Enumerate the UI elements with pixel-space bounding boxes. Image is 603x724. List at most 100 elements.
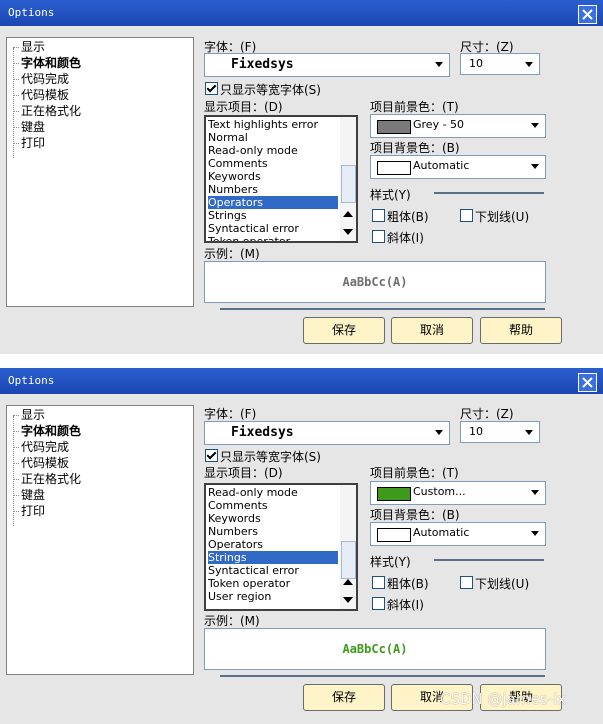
background-color-select[interactable]: Automatic: [370, 522, 546, 546]
italic-checkbox[interactable]: [372, 597, 385, 610]
list-item-selected[interactable]: Operators: [208, 196, 338, 209]
display-items-list[interactable]: Text highlights error Normal Read-only m…: [204, 115, 358, 243]
save-button[interactable]: 保存: [303, 684, 385, 711]
chevron-down-icon: [531, 164, 539, 169]
sample-text: AaBbCc(A): [342, 275, 408, 289]
cancel-button[interactable]: 取消: [391, 317, 473, 344]
tree-item-fonts-colors[interactable]: 字体和颜色: [12, 55, 81, 71]
tree-item-code-templates[interactable]: 代码模板: [12, 455, 69, 471]
list-item[interactable]: Read-only mode: [208, 144, 338, 157]
scroll-up-icon[interactable]: [343, 579, 353, 585]
chevron-down-icon: [531, 490, 539, 495]
scroll-down-icon[interactable]: [343, 229, 353, 235]
list-item[interactable]: Syntactical error: [208, 222, 338, 235]
foreground-color-select[interactable]: Custom...: [370, 481, 546, 505]
style-separator: [434, 559, 544, 561]
tree-item-display[interactable]: 显示: [12, 39, 45, 55]
tree-item-code-completion[interactable]: 代码完成: [12, 439, 69, 455]
sample-preview: AaBbCc(A): [204, 261, 546, 303]
tree-item-code-templates[interactable]: 代码模板: [12, 87, 69, 103]
list-item[interactable]: Numbers: [208, 183, 338, 196]
tree-item-keyboard[interactable]: 键盘: [12, 119, 45, 135]
scroll-thumb[interactable]: [341, 165, 356, 203]
tree-item-print[interactable]: 打印: [12, 503, 45, 519]
bold-checkbox[interactable]: [372, 209, 385, 222]
title-bar[interactable]: Options: [0, 0, 603, 26]
title-bar[interactable]: Options: [0, 368, 603, 394]
monospace-only-checkbox[interactable]: [205, 449, 218, 462]
help-button[interactable]: 帮助: [480, 317, 562, 344]
list-item-selected[interactable]: Strings: [208, 551, 338, 564]
list-item[interactable]: Syntactical error: [208, 564, 338, 577]
underline-checkbox[interactable]: [460, 576, 473, 589]
background-value: Automatic: [413, 159, 470, 172]
list-item[interactable]: Keywords: [208, 512, 338, 525]
category-tree[interactable]: 显示 字体和颜色 代码完成 代码模板 正在格式化 键盘 打印: [6, 405, 194, 675]
list-item[interactable]: Text highlights error: [208, 118, 338, 131]
scroll-up-icon[interactable]: [343, 211, 353, 217]
bold-label: 粗体(B): [387, 210, 429, 224]
background-color-select[interactable]: Automatic: [370, 155, 546, 179]
display-items-label: 显示项目：(D): [204, 466, 283, 480]
foreground-label: 项目前景色：(T): [370, 100, 459, 114]
buttons-separator: [220, 675, 545, 677]
window-title: Options: [8, 6, 55, 19]
size-label: 尺寸：(Z): [460, 407, 514, 421]
list-item[interactable]: Token operator: [208, 577, 338, 590]
tree-item-formatting[interactable]: 正在格式化: [12, 471, 81, 487]
close-button[interactable]: [578, 5, 597, 24]
list-item[interactable]: Comments: [208, 499, 338, 512]
size-select[interactable]: 10: [460, 53, 540, 75]
background-swatch: [377, 161, 411, 175]
close-button[interactable]: [578, 373, 597, 392]
tree-item-fonts-colors[interactable]: 字体和颜色: [12, 423, 81, 439]
list-item[interactable]: Operators: [208, 538, 338, 551]
font-select[interactable]: Fixedsys: [204, 421, 450, 445]
list-scrollbar[interactable]: [340, 117, 356, 241]
italic-checkbox[interactable]: [372, 230, 385, 243]
background-swatch: [377, 528, 411, 542]
underline-checkbox[interactable]: [460, 209, 473, 222]
size-value: 10: [469, 425, 483, 438]
font-value: Fixedsys: [231, 425, 294, 440]
background-value: Automatic: [413, 526, 470, 539]
close-icon: [582, 9, 593, 20]
background-label: 项目背景色：(B): [370, 508, 460, 522]
italic-label: 斜体(I): [387, 598, 424, 612]
list-item[interactable]: User region: [208, 590, 338, 603]
category-tree[interactable]: 显示 字体和颜色 代码完成 代码模板 正在格式化 键盘 打印: [6, 37, 194, 307]
style-label: 样式(Y): [370, 555, 411, 569]
list-scrollbar[interactable]: [340, 485, 356, 609]
bold-label: 粗体(B): [387, 577, 429, 591]
underline-label: 下划线(U): [475, 210, 530, 224]
chevron-down-icon: [531, 123, 539, 128]
list-item[interactable]: Normal: [208, 131, 338, 144]
display-items-list[interactable]: Read-only mode Comments Keywords Numbers…: [204, 483, 358, 611]
list-item[interactable]: Comments: [208, 157, 338, 170]
foreground-color-select[interactable]: Grey - 50: [370, 114, 546, 138]
size-select[interactable]: 10: [460, 421, 540, 443]
tree-item-display[interactable]: 显示: [12, 407, 45, 423]
bold-checkbox[interactable]: [372, 576, 385, 589]
sample-label: 示例：(M): [204, 614, 260, 628]
tree-item-print[interactable]: 打印: [12, 135, 45, 151]
monospace-only-label: 只显示等宽字体(S): [220, 450, 321, 464]
tree-item-code-completion[interactable]: 代码完成: [12, 71, 69, 87]
list-item[interactable]: Read-only mode: [208, 486, 338, 499]
foreground-label: 项目前景色：(T): [370, 466, 459, 480]
tree-item-formatting[interactable]: 正在格式化: [12, 103, 81, 119]
background-label: 项目背景色：(B): [370, 141, 460, 155]
tree-item-keyboard[interactable]: 键盘: [12, 487, 45, 503]
monospace-only-checkbox[interactable]: [205, 82, 218, 95]
list-item[interactable]: Numbers: [208, 525, 338, 538]
list-item[interactable]: Keywords: [208, 170, 338, 183]
save-button[interactable]: 保存: [303, 317, 385, 344]
font-select[interactable]: Fixedsys: [204, 53, 450, 77]
list-item[interactable]: Token operator: [208, 235, 338, 241]
scroll-down-icon[interactable]: [343, 597, 353, 603]
options-dialog-2: Options 显示 字体和颜色 代码完成 代码模板 正在格式化 键盘 打印 字…: [0, 368, 603, 724]
list-item[interactable]: Strings: [208, 209, 338, 222]
buttons-separator: [220, 308, 545, 310]
scroll-thumb[interactable]: [341, 541, 356, 579]
window-title: Options: [8, 374, 55, 387]
